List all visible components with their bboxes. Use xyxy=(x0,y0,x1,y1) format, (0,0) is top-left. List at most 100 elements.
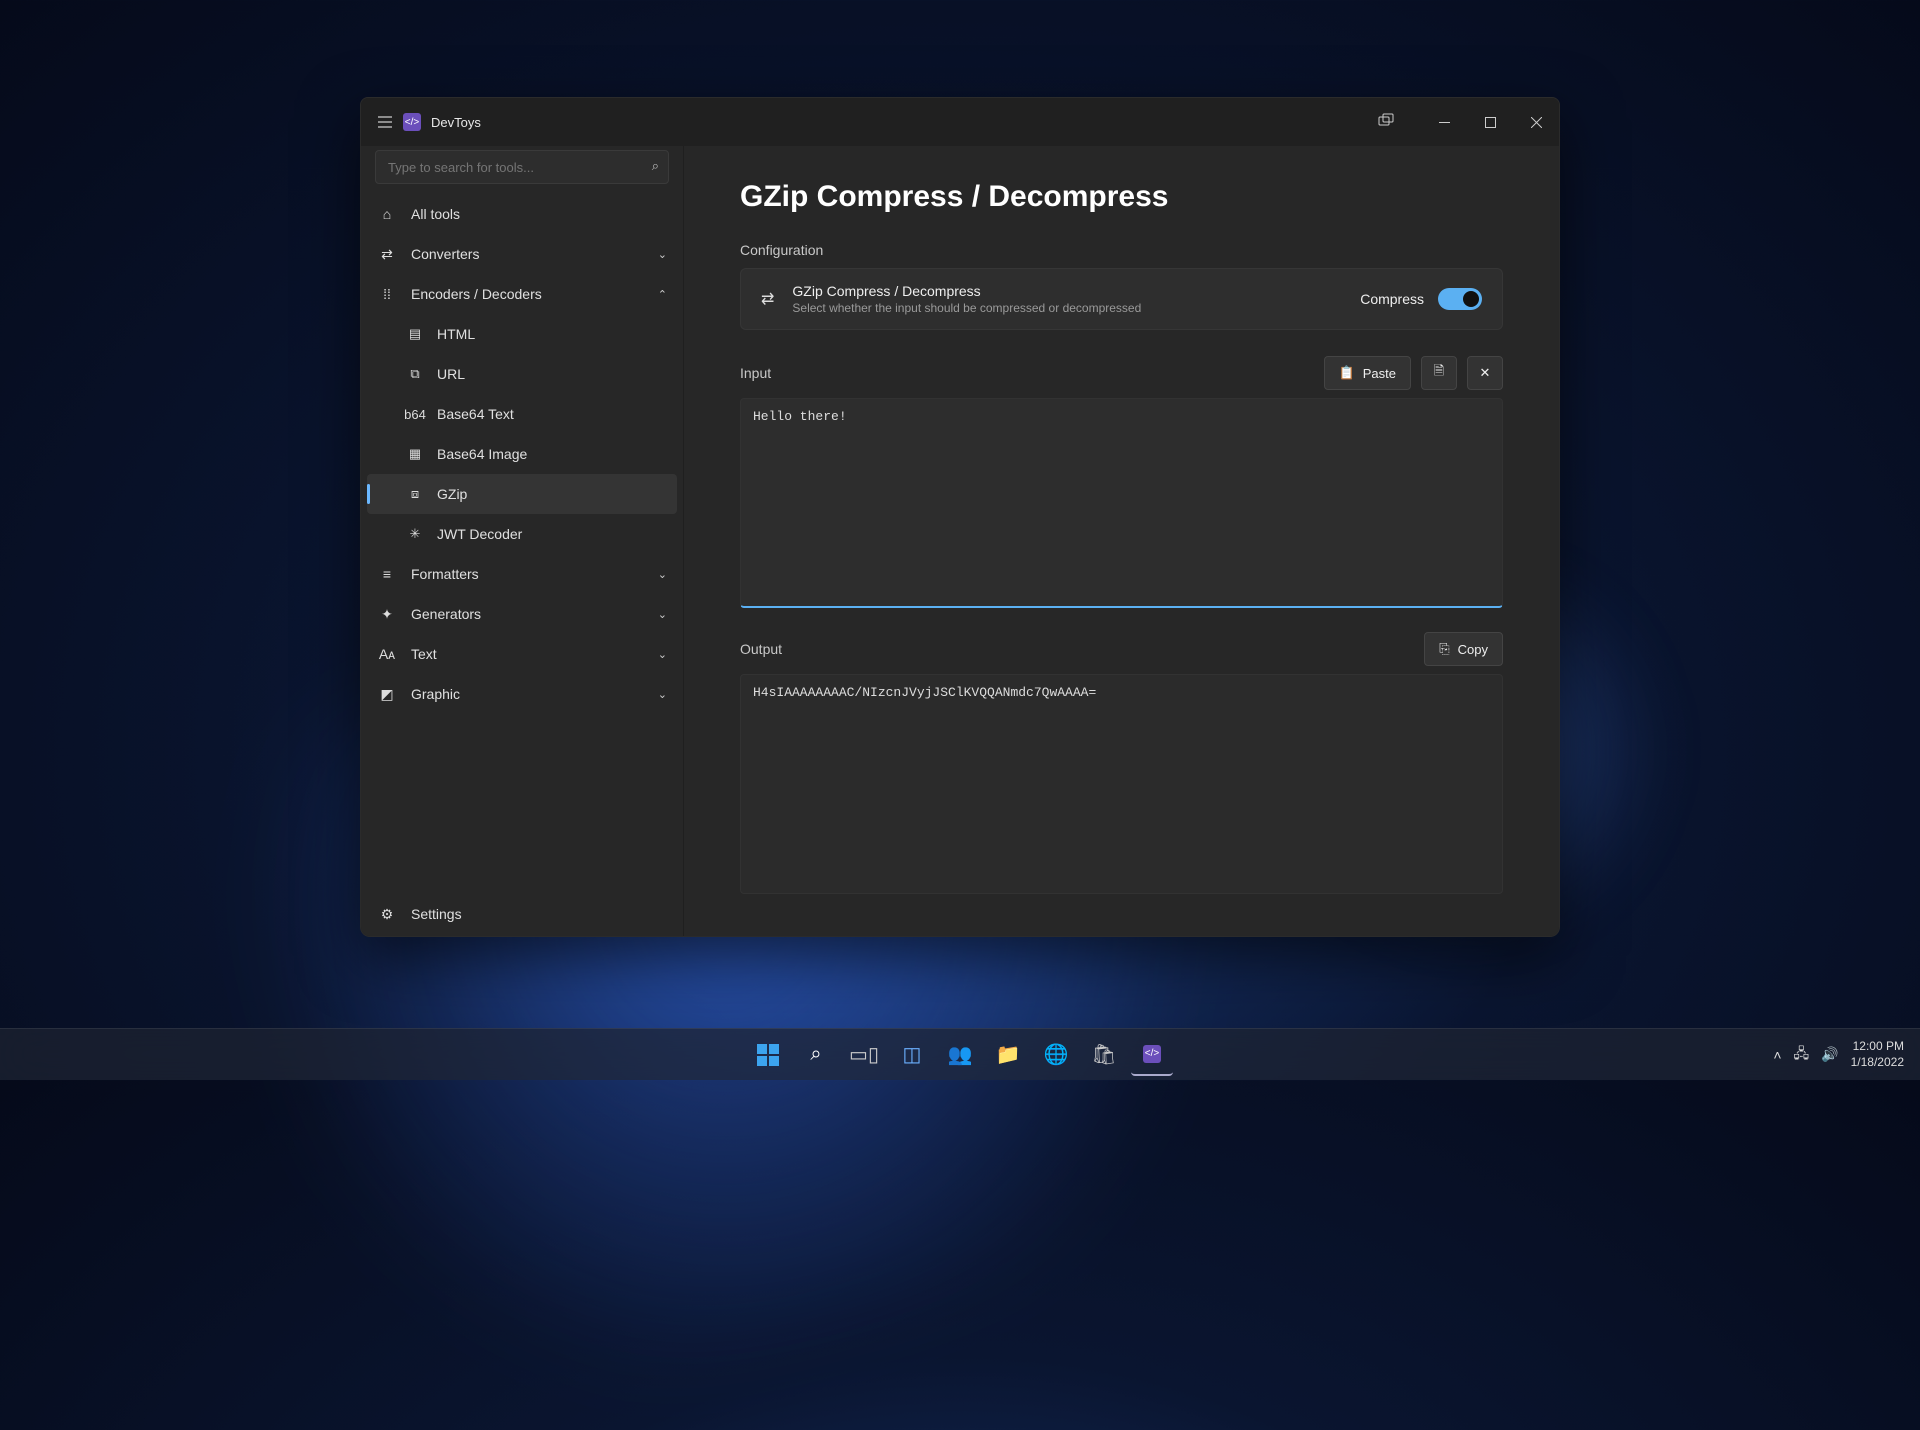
paste-button[interactable]: 📋 Paste xyxy=(1324,356,1411,390)
minimize-icon xyxy=(1439,117,1450,128)
sidebar-group-graphic[interactable]: ◩ Graphic ⌄ xyxy=(361,674,683,714)
volume-icon[interactable]: 🔊 xyxy=(1821,1046,1838,1063)
close-icon xyxy=(1531,117,1542,128)
output-label: Output xyxy=(740,641,782,657)
store-icon: 🛍 xyxy=(1091,1042,1116,1067)
menu-icon xyxy=(378,116,392,128)
swap-icon: ⇄ xyxy=(761,289,774,309)
sidebar-item-html[interactable]: ▤ HTML xyxy=(361,314,683,354)
sidebar-item-settings[interactable]: ⚙ Settings xyxy=(361,892,683,936)
x-icon: ✕ xyxy=(1480,365,1491,381)
chevron-up-icon: ⌃ xyxy=(658,288,667,301)
clipboard-icon: 📋 xyxy=(1339,365,1355,381)
sidebar-item-label: Graphic xyxy=(411,686,460,702)
network-icon[interactable]: 🖧 xyxy=(1794,1043,1810,1067)
windows-icon xyxy=(757,1044,779,1066)
chevron-down-icon: ⌄ xyxy=(658,248,667,261)
copy-button[interactable]: ⎘ Copy xyxy=(1424,632,1503,666)
formatters-icon: ≡ xyxy=(377,566,397,582)
jwt-icon: ✳ xyxy=(405,526,425,542)
sidebar-item-url[interactable]: ⧉ URL xyxy=(361,354,683,394)
folder-icon: 📁 xyxy=(996,1042,1021,1067)
input-textarea[interactable] xyxy=(740,398,1503,608)
maximize-button[interactable] xyxy=(1467,102,1513,142)
config-title: GZip Compress / Decompress xyxy=(792,283,1360,299)
base64-text-icon: b64 xyxy=(405,407,425,422)
chevron-down-icon: ⌄ xyxy=(658,648,667,661)
compress-toggle[interactable] xyxy=(1438,288,1482,310)
configuration-label: Configuration xyxy=(740,242,1503,258)
taskbar-devtoys[interactable]: </> xyxy=(1131,1034,1173,1076)
hamburger-button[interactable] xyxy=(371,108,399,136)
sidebar-item-label: All tools xyxy=(411,206,460,222)
sidebar-group-generators[interactable]: ✦ Generators ⌄ xyxy=(361,594,683,634)
taskbar-edge[interactable]: 🌐 xyxy=(1035,1034,1077,1076)
start-button[interactable] xyxy=(747,1034,789,1076)
sidebar-item-label: JWT Decoder xyxy=(437,526,522,542)
document-icon: 🗎 xyxy=(1434,362,1444,384)
sidebar-item-label: HTML xyxy=(437,326,475,342)
config-card: ⇄ GZip Compress / Decompress Select whet… xyxy=(740,268,1503,330)
chevron-down-icon: ⌄ xyxy=(658,568,667,581)
sidebar-group-converters[interactable]: ⇄ Converters ⌄ xyxy=(361,234,683,274)
taskview-icon: ▭▯ xyxy=(849,1042,879,1067)
copy-button-label: Copy xyxy=(1458,642,1488,657)
text-icon: Aᴀ xyxy=(377,646,397,662)
sidebar-group-text[interactable]: Aᴀ Text ⌄ xyxy=(361,634,683,674)
search-icon: ⌕ xyxy=(652,158,659,174)
teams-icon: 👥 xyxy=(948,1042,973,1067)
converters-icon: ⇄ xyxy=(377,246,397,263)
tray-overflow-button[interactable]: ˄ xyxy=(1773,1047,1781,1063)
devtoys-icon: </> xyxy=(1143,1045,1161,1063)
sidebar-item-label: Settings xyxy=(411,906,462,922)
base64-image-icon: ▦ xyxy=(405,446,425,462)
clear-input-button[interactable]: ✕ xyxy=(1467,356,1503,390)
compact-overlay-button[interactable] xyxy=(1363,101,1409,141)
copy-icon: ⎘ xyxy=(1439,641,1449,657)
taskbar-store[interactable]: 🛍 xyxy=(1083,1034,1125,1076)
system-tray: ˄ 🖧 🔊 12:00 PM 1/18/2022 xyxy=(1773,1039,1910,1070)
taskbar-search[interactable]: ⌕ xyxy=(795,1034,837,1076)
search-input[interactable] xyxy=(375,150,669,184)
sidebar-item-base64-image[interactable]: ▦ Base64 Image xyxy=(361,434,683,474)
tray-date: 1/18/2022 xyxy=(1851,1055,1904,1071)
output-textarea[interactable] xyxy=(740,674,1503,894)
sidebar: ⌕ ⌂ All tools ⇄ Converters ⌄ ⁞⁞ Encoders… xyxy=(361,146,683,936)
close-button[interactable] xyxy=(1513,102,1559,142)
sidebar-item-gzip[interactable]: ⧈ GZip xyxy=(367,474,677,514)
sidebar-group-encoders[interactable]: ⁞⁞ Encoders / Decoders ⌃ xyxy=(361,274,683,314)
compact-icon xyxy=(1378,113,1394,129)
tray-clock[interactable]: 12:00 PM 1/18/2022 xyxy=(1851,1039,1904,1070)
sidebar-item-label: URL xyxy=(437,366,465,382)
maximize-icon xyxy=(1485,117,1496,128)
taskbar-teams[interactable]: 👥 xyxy=(939,1034,981,1076)
taskbar: ⌕ ▭▯ ◫ 👥 📁 🌐 🛍 </> ˄ 🖧 🔊 12:00 PM 1/18/2… xyxy=(0,1028,1920,1080)
minimize-button[interactable] xyxy=(1421,102,1467,142)
sidebar-item-label: Generators xyxy=(411,606,481,622)
app-icon: </> xyxy=(403,113,421,131)
open-file-button[interactable]: 🗎 xyxy=(1421,356,1457,390)
input-label: Input xyxy=(740,365,771,381)
html-icon: ▤ xyxy=(405,326,425,342)
sidebar-item-all-tools[interactable]: ⌂ All tools xyxy=(361,194,683,234)
chevron-down-icon: ⌄ xyxy=(658,688,667,701)
taskbar-widgets[interactable]: ◫ xyxy=(891,1034,933,1076)
home-icon: ⌂ xyxy=(377,206,397,222)
chevron-down-icon: ⌄ xyxy=(658,608,667,621)
generators-icon: ✦ xyxy=(377,606,397,623)
taskbar-explorer[interactable]: 📁 xyxy=(987,1034,1029,1076)
sidebar-item-base64-text[interactable]: b64 Base64 Text xyxy=(361,394,683,434)
tray-time: 12:00 PM xyxy=(1851,1039,1904,1055)
titlebar: </> DevToys xyxy=(361,98,1559,146)
sidebar-item-jwt[interactable]: ✳ JWT Decoder xyxy=(361,514,683,554)
sidebar-item-label: Formatters xyxy=(411,566,479,582)
config-subtitle: Select whether the input should be compr… xyxy=(792,301,1360,315)
url-icon: ⧉ xyxy=(405,366,425,382)
sidebar-item-label: Base64 Text xyxy=(437,406,514,422)
main-content: GZip Compress / Decompress Configuration… xyxy=(683,146,1559,936)
sidebar-group-formatters[interactable]: ≡ Formatters ⌄ xyxy=(361,554,683,594)
sidebar-item-label: Encoders / Decoders xyxy=(411,286,542,302)
gear-icon: ⚙ xyxy=(377,906,397,923)
taskbar-task-view[interactable]: ▭▯ xyxy=(843,1034,885,1076)
app-window: </> DevToys ⌕ ⌂ All t xyxy=(360,97,1560,937)
